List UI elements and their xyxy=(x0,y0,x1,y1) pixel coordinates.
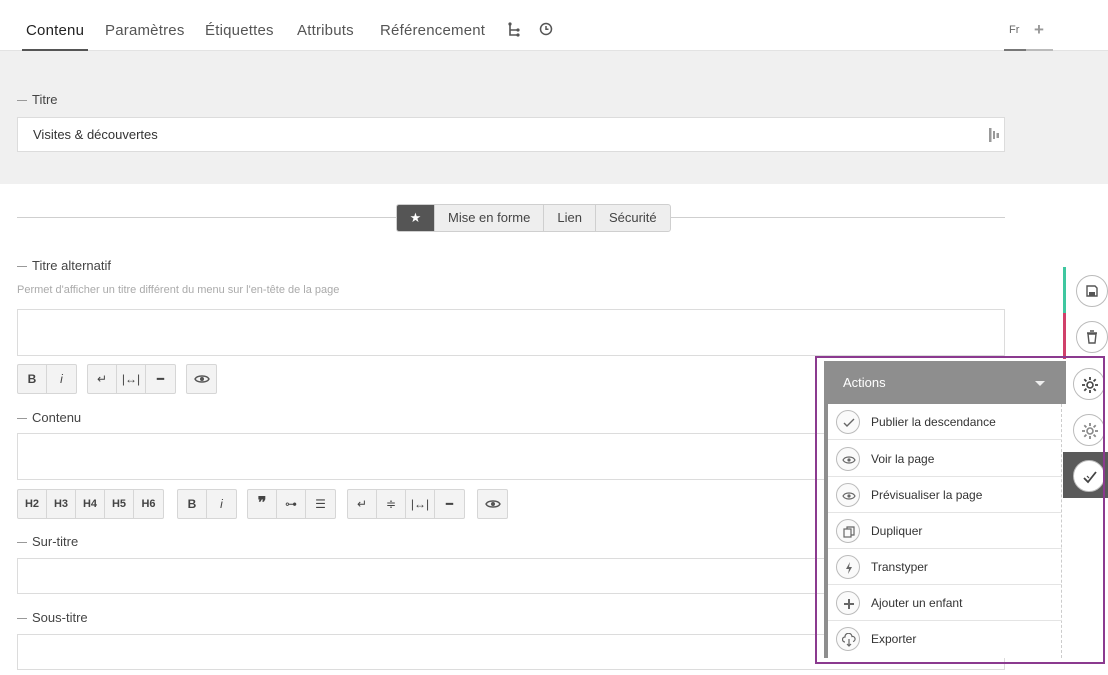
actions-menu: Publier la descendance Voir la page Prév… xyxy=(828,404,1062,658)
title-label: Titre xyxy=(17,92,58,107)
h6-button[interactable]: H6 xyxy=(134,490,163,518)
italic-button[interactable]: i xyxy=(207,490,236,518)
field-handle-icon[interactable] xyxy=(988,127,1000,146)
h4-button[interactable]: H4 xyxy=(76,490,105,518)
content-label: Contenu xyxy=(17,410,81,425)
alt-title-toolbar-preview xyxy=(186,364,217,394)
h5-button[interactable]: H5 xyxy=(105,490,134,518)
publish-check-icon xyxy=(836,410,860,434)
tab-etiquettes[interactable]: Étiquettes xyxy=(205,0,274,51)
plus-icon xyxy=(836,591,860,615)
chevron-down-icon[interactable] xyxy=(1035,381,1045,386)
content-toolbar-format: B i xyxy=(177,489,237,519)
star-icon[interactable]: ★ xyxy=(397,205,435,231)
surtitle-label: Sur-titre xyxy=(17,534,78,549)
return-icon[interactable]: ↵ xyxy=(88,365,117,393)
delete-button[interactable] xyxy=(1063,313,1108,359)
field-group-tabs: ★ Mise en forme Lien Sécurité xyxy=(396,204,671,232)
bold-button[interactable]: B xyxy=(18,365,47,393)
alt-title-label: Titre alternatif xyxy=(17,258,111,273)
cloud-download-icon xyxy=(836,627,860,651)
h3-button[interactable]: H3 xyxy=(47,490,76,518)
title-value[interactable]: Visites & découvertes xyxy=(33,127,158,142)
tab-mise-en-forme[interactable]: Mise en forme xyxy=(435,205,545,231)
content-toolbar-preview xyxy=(477,489,508,519)
menu-item-add-child[interactable]: Ajouter un enfant xyxy=(828,585,1062,621)
tab-contenu[interactable]: Contenu xyxy=(21,0,89,52)
italic-button[interactable]: i xyxy=(47,365,76,393)
alt-title-hint: Permet d'afficher un titre différent du … xyxy=(17,284,340,296)
menu-item-transtype[interactable]: Transtyper xyxy=(828,549,1062,585)
menu-item-publish-descendants[interactable]: Publier la descendance xyxy=(828,404,1062,440)
hr-icon[interactable]: ━ xyxy=(146,365,175,393)
plus-icon[interactable]: + xyxy=(1034,20,1044,40)
preview-eye-icon[interactable] xyxy=(187,365,216,393)
content-toolbar-headings: H2 H3 H4 H5 H6 xyxy=(17,489,164,519)
actions-title: Actions xyxy=(843,375,886,390)
tab-attributs[interactable]: Attributs xyxy=(297,0,354,51)
tab-securite[interactable]: Sécurité xyxy=(596,205,670,231)
content-toolbar-blocks: ❞ ⊶ ☰ xyxy=(247,489,336,519)
history-clock-icon[interactable] xyxy=(539,22,555,38)
save-icon xyxy=(1076,275,1108,307)
nbsp-icon[interactable]: |↔| xyxy=(406,490,435,518)
alt-title-input[interactable] xyxy=(17,309,1005,356)
language-fr[interactable]: Fr xyxy=(1009,24,1019,36)
h2-button[interactable]: H2 xyxy=(18,490,47,518)
quote-icon[interactable]: ❞ xyxy=(248,490,277,518)
title-input[interactable]: Visites & découvertes xyxy=(17,117,1005,152)
eye-icon xyxy=(836,483,860,507)
top-tabs-bar: Contenu Paramètres Étiquettes Attributs … xyxy=(0,0,1108,52)
subtitle-label: Sous-titre xyxy=(17,610,88,625)
menu-item-export[interactable]: Exporter xyxy=(828,621,1062,657)
tab-referencement[interactable]: Référencement xyxy=(380,0,485,51)
menu-item-view-page[interactable]: Voir la page xyxy=(828,441,1062,477)
tab-parametres[interactable]: Paramètres xyxy=(105,0,185,51)
menu-item-duplicate[interactable]: Dupliquer xyxy=(828,513,1062,549)
lightning-icon xyxy=(836,555,860,579)
eye-icon xyxy=(836,447,860,471)
preview-eye-icon[interactable] xyxy=(478,490,507,518)
save-button[interactable] xyxy=(1063,267,1108,313)
tree-icon[interactable] xyxy=(507,22,523,38)
trash-icon xyxy=(1076,321,1108,353)
hr-icon[interactable]: ━ xyxy=(435,490,464,518)
nbsp-icon[interactable]: |↔| xyxy=(117,365,146,393)
content-toolbar-insert: ↵ ≑ |↔| ━ xyxy=(347,489,465,519)
strike-icon[interactable]: ≑ xyxy=(377,490,406,518)
actions-header[interactable]: Actions xyxy=(824,361,1066,404)
bold-button[interactable]: B xyxy=(178,490,207,518)
tab-lien[interactable]: Lien xyxy=(544,205,596,231)
list-icon[interactable]: ☰ xyxy=(306,490,335,518)
return-icon[interactable]: ↵ xyxy=(348,490,377,518)
link-icon[interactable]: ⊶ xyxy=(277,490,306,518)
menu-item-preview-page[interactable]: Prévisualiser la page xyxy=(828,477,1062,513)
duplicate-icon xyxy=(836,519,860,543)
alt-title-toolbar-format: B i xyxy=(17,364,77,394)
language-switcher[interactable]: Fr + xyxy=(1004,0,1053,52)
alt-title-toolbar-insert: ↵ |↔| ━ xyxy=(87,364,176,394)
